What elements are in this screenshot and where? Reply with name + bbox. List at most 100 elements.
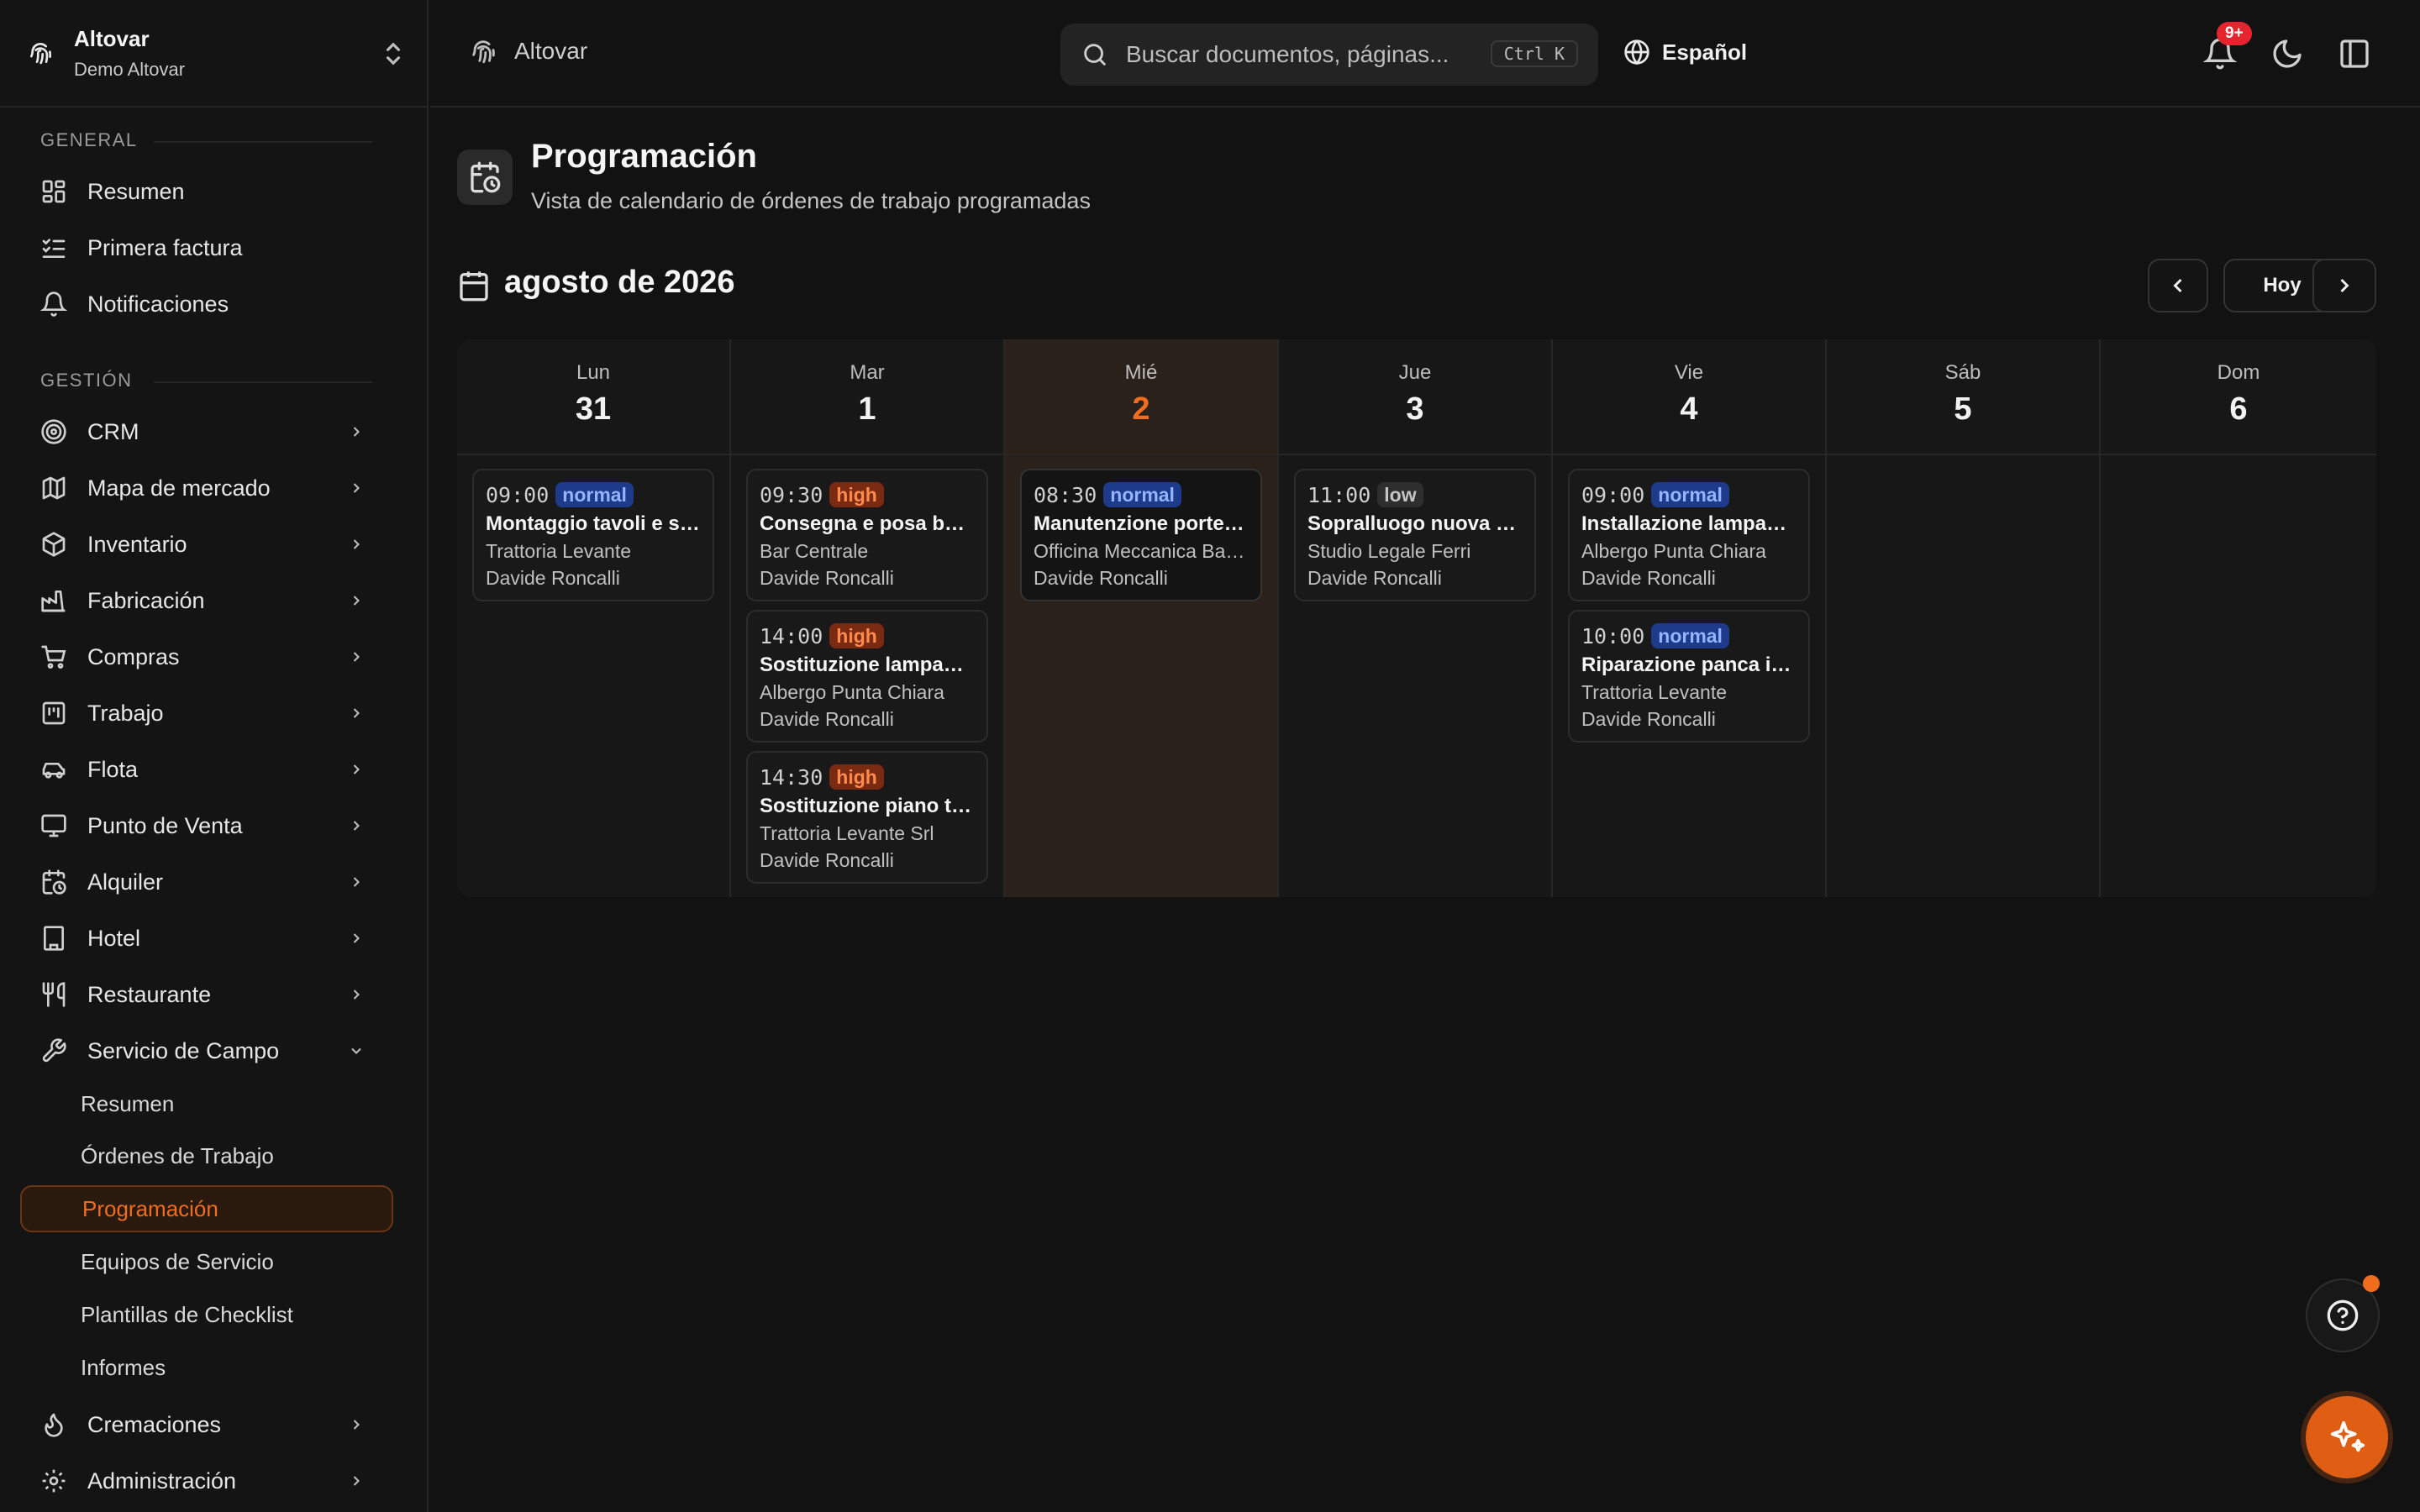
- sidebar-item-compras[interactable]: Compras: [20, 633, 390, 681]
- work-order-card[interactable]: 14:30high Sostituzione piano tavolo Trat…: [746, 751, 988, 884]
- chevron-right-icon: [353, 539, 360, 549]
- work-order-card[interactable]: 08:30normal Manutenzione porte sezionali…: [1020, 469, 1262, 601]
- fingerprint-icon: [472, 40, 495, 64]
- sidebar-subitem-ordenes-de-trabajo[interactable]: Órdenes de Trabajo: [20, 1132, 393, 1179]
- event-technician: Davide Roncalli: [1581, 567, 1716, 589]
- cart-icon: [41, 645, 66, 669]
- chevron-right-icon: [353, 652, 360, 662]
- sidebar-item-primera-factura[interactable]: Primera factura: [20, 223, 390, 272]
- breadcrumb[interactable]: Altovar: [469, 37, 587, 66]
- day-number: 6: [2229, 391, 2248, 427]
- sidebar-item-fabricacion[interactable]: Fabricación: [20, 576, 390, 625]
- search-bar[interactable]: Ctrl K: [1060, 24, 1598, 86]
- sidebar-item-label: Hotel: [87, 925, 141, 951]
- work-order-card[interactable]: 11:00low Sopralluogo nuova sala riunioni…: [1294, 469, 1536, 601]
- event-title: Manutenzione porte sezionali: [1034, 512, 1249, 535]
- week-calendar: Lun 31 09:00 normal Montaggio tavoli e se…: [457, 339, 2376, 897]
- dashboard-icon: [42, 180, 66, 203]
- chevrons-up-down-icon: [386, 42, 400, 66]
- sidebar-subitem-informes[interactable]: Informes: [20, 1344, 393, 1391]
- team-switcher[interactable]: Altovar Demo Altovar: [0, 0, 427, 108]
- day-column: Vie 4 09:00 normal Installazione lampade …: [1553, 339, 1827, 897]
- sidebar-item-administracion[interactable]: Administración: [20, 1457, 390, 1505]
- day-of-week: Vie: [1674, 361, 1704, 384]
- sidebar-item-label: Cremaciones: [87, 1411, 222, 1437]
- event-client: Studio Legale Ferri: [1307, 540, 1471, 562]
- event-time: 10:00: [1581, 623, 1645, 648]
- sidebar-item-notificaciones[interactable]: Notificaciones: [20, 280, 390, 328]
- utensils-icon: [42, 982, 66, 1007]
- notification-badge: 9+: [2217, 22, 2252, 45]
- sidebar-item-restaurante[interactable]: Restaurante: [20, 970, 390, 1019]
- work-order-card[interactable]: 09:00normal Installazione lampade estern…: [1568, 469, 1810, 601]
- sidebar-item-resumen[interactable]: Resumen: [20, 167, 390, 216]
- sidebar-toggle-icon[interactable]: [2338, 37, 2371, 71]
- page-subtitle: Vista de calendario de órdenes de trabaj…: [531, 188, 1091, 213]
- day-of-week: Mié: [1124, 361, 1158, 384]
- sidebar-item-cremaciones[interactable]: Cremaciones: [20, 1400, 390, 1449]
- work-order-card[interactable]: 09:00 normal Montaggio tavoli e sedie Tra…: [472, 469, 714, 601]
- sidebar-subitem-resumen[interactable]: Resumen: [20, 1080, 393, 1127]
- ai-assistant-button[interactable]: [2306, 1396, 2388, 1478]
- next-week-button[interactable]: [2312, 259, 2376, 312]
- day-header: Jue 3: [1279, 339, 1551, 455]
- prev-week-button[interactable]: [2148, 259, 2208, 312]
- moon-icon[interactable]: [2270, 37, 2304, 71]
- sidebar: Altovar Demo Altovar GENERAL Resumen Pri…: [0, 0, 429, 1512]
- sidebar-item-inventario[interactable]: Inventario: [20, 520, 390, 569]
- chevron-right-icon: [353, 990, 360, 1000]
- work-order-card[interactable]: 10:00normal Riparazione panca imbottita …: [1568, 610, 1810, 743]
- sidebar-subitem-plantillas-de-checklist[interactable]: Plantillas de Checklist: [20, 1291, 393, 1338]
- priority-badge: normal: [555, 482, 634, 507]
- sidebar-item-punto-de-venta[interactable]: Punto de Venta: [20, 801, 390, 850]
- day-column: Mar 1 09:30 high Consegna e posa banco Ba…: [731, 339, 1005, 897]
- sidebar-item-label: Mapa de mercado: [87, 475, 271, 501]
- day-number: 2: [1132, 391, 1150, 427]
- search-input[interactable]: [1126, 41, 1487, 68]
- kanban-icon: [42, 701, 66, 725]
- chevron-right-icon: [353, 708, 360, 718]
- search-shortcut: Ctrl K: [1490, 40, 1578, 67]
- event-time: 09:00: [1581, 482, 1645, 507]
- sidebar-item-flota[interactable]: Flota: [20, 745, 390, 794]
- sidebar-item-servicio-de-campo[interactable]: Servicio de Campo: [20, 1026, 390, 1075]
- event-client: Bar Centrale: [760, 540, 869, 562]
- priority-badge: normal: [1651, 623, 1729, 648]
- event-technician: Davide Roncalli: [1581, 708, 1716, 730]
- day-of-week: Lun: [576, 361, 611, 384]
- help-indicator-dot: [2363, 1275, 2380, 1292]
- work-order-card[interactable]: 14:00high Sostituzione lampade sala Albe…: [746, 610, 988, 743]
- event-client: Albergo Punta Chiara: [1581, 540, 1766, 562]
- sidebar-subitem-equipos-de-servicio[interactable]: Equipos de Servicio: [20, 1238, 393, 1285]
- priority-badge: normal: [1651, 482, 1729, 507]
- day-number: 31: [575, 391, 612, 427]
- sidebar-item-mapa-de-mercado[interactable]: Mapa de mercado: [20, 464, 390, 512]
- group-label-general: GENERAL: [40, 129, 371, 150]
- chevron-right-icon: [353, 764, 360, 774]
- day-of-week: Sáb: [1944, 361, 1981, 384]
- wrench-icon: [42, 1038, 66, 1063]
- sidebar-item-hotel[interactable]: Hotel: [20, 914, 390, 963]
- event-title: Sostituzione piano tavolo: [760, 795, 975, 817]
- sidebar-item-label: Compras: [87, 643, 180, 669]
- sidebar-item-label: Trabajo: [87, 700, 164, 726]
- sidebar-item-label: Alquiler: [87, 869, 164, 895]
- box-icon: [42, 532, 66, 557]
- day-column: Lun 31 09:00 normal Montaggio tavoli e se…: [457, 339, 731, 897]
- breadcrumb-label: Altovar: [514, 38, 588, 64]
- day-header: Sáb 5: [1827, 339, 2099, 455]
- team-subtitle: Demo Altovar: [74, 58, 186, 80]
- sparkles-icon: [2330, 1420, 2365, 1452]
- sidebar-item-label: Flota: [87, 756, 139, 782]
- sidebar-item-alquiler[interactable]: Alquiler: [20, 858, 390, 906]
- sidebar-item-trabajo[interactable]: Trabajo: [20, 689, 390, 738]
- work-order-card[interactable]: 09:30 high Consegna e posa banco Bar Cent…: [746, 469, 988, 601]
- event-title: Sopralluogo nuova sala riunioni: [1307, 512, 1523, 535]
- sidebar-subitem-programacion[interactable]: Programación: [20, 1185, 393, 1232]
- language-selector[interactable]: Español: [1623, 39, 1747, 66]
- sidebar-item-crm[interactable]: CRM: [20, 407, 390, 456]
- sidebar-item-label: Servicio de Campo: [87, 1037, 280, 1063]
- sidebar-item-label: Primera factura: [87, 234, 243, 260]
- event-time: 11:00: [1307, 482, 1371, 507]
- day-number: 3: [1406, 391, 1424, 427]
